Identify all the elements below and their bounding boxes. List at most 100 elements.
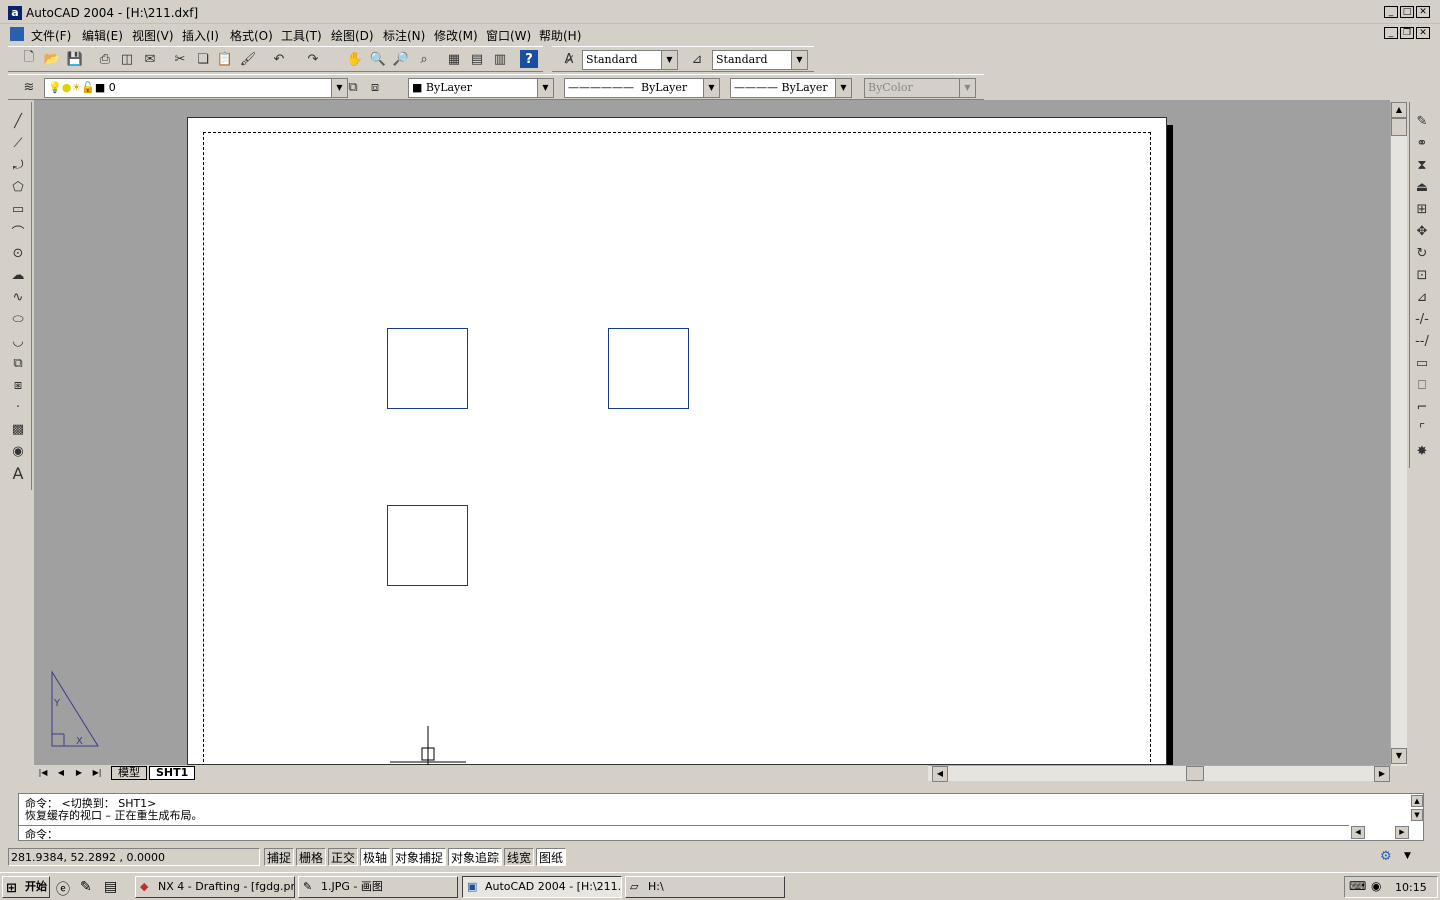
stretch-icon[interactable]: ⊿: [1413, 288, 1431, 306]
save-icon[interactable]: 💾: [66, 50, 84, 68]
taskbar-item-paint[interactable]: ✎ 1.JPG - 画图: [298, 876, 458, 898]
copy-icon[interactable]: ❏: [194, 50, 212, 68]
tab-model[interactable]: 模型: [111, 766, 147, 780]
properties-icon[interactable]: ▦: [445, 50, 463, 68]
rotate-icon[interactable]: ↻: [1413, 244, 1431, 262]
menu-tools[interactable]: 工具(T): [281, 27, 322, 44]
menu-draw[interactable]: 绘图(D): [331, 27, 374, 44]
prev-tab-button[interactable]: ◀: [54, 766, 68, 779]
offset-icon[interactable]: ⏏: [1413, 178, 1431, 196]
clock[interactable]: 10:15: [1395, 881, 1427, 894]
horizontal-scrollbar[interactable]: ◀ ▶: [928, 765, 1390, 782]
hatch-icon[interactable]: ▩: [9, 420, 27, 438]
line-icon[interactable]: ╱: [9, 112, 27, 130]
scroll-right-button[interactable]: ▶: [1374, 766, 1390, 782]
layer-select[interactable]: 💡●☀🔓■ 0 ▼: [44, 78, 348, 98]
arc-icon[interactable]: ⌒: [9, 222, 27, 241]
publish-icon[interactable]: ✉: [141, 50, 159, 68]
undo-icon[interactable]: ↶: [270, 50, 288, 68]
explode-icon[interactable]: ✸: [1413, 442, 1431, 460]
scroll-up-button[interactable]: ▲: [1391, 102, 1407, 118]
drawing-square[interactable]: [387, 505, 468, 586]
copy-object-icon[interactable]: ⚭: [1413, 134, 1431, 152]
help-icon[interactable]: ?: [520, 50, 538, 68]
coordinate-display[interactable]: 281.9384, 52.2892 , 0.0000: [8, 848, 260, 866]
dim-style-icon[interactable]: ⊿: [688, 50, 706, 68]
polar-toggle[interactable]: 极轴: [360, 848, 391, 866]
linetype-select[interactable]: —————— ByLayer ▼: [564, 78, 720, 98]
tab-sht1[interactable]: SHT1: [149, 766, 196, 780]
menu-view[interactable]: 视图(V): [132, 27, 174, 44]
revision-cloud-icon[interactable]: ☁: [9, 266, 27, 284]
array-icon[interactable]: ⊞: [1413, 200, 1431, 218]
scroll-left-button[interactable]: ◀: [932, 766, 948, 782]
point-icon[interactable]: ·: [9, 398, 27, 416]
circle-icon[interactable]: ⊙: [9, 244, 27, 262]
move-icon[interactable]: ✥: [1413, 222, 1431, 240]
mirror-icon[interactable]: ⧗: [1413, 156, 1431, 174]
insert-block-icon[interactable]: ⧉: [9, 354, 27, 372]
zoom-window-icon[interactable]: 🔎: [392, 50, 410, 68]
text-style-icon[interactable]: A̷: [560, 50, 578, 68]
lineweight-toggle[interactable]: 线宽: [504, 848, 535, 866]
otrack-toggle[interactable]: 对象追踪: [448, 848, 503, 866]
menu-window[interactable]: 窗口(W): [486, 27, 531, 44]
menu-format[interactable]: 格式(O): [230, 27, 273, 44]
design-center-icon[interactable]: ▤: [468, 50, 486, 68]
dim-style-select[interactable]: Standard ▼: [712, 50, 808, 70]
vertical-scrollbar[interactable]: ▲ ▼: [1390, 102, 1407, 766]
close-button[interactable]: ✕: [1416, 6, 1430, 18]
ellipse-arc-icon[interactable]: ◡: [9, 332, 27, 350]
extend-icon[interactable]: --/: [1413, 332, 1431, 350]
zoom-previous-icon[interactable]: ⌕: [415, 50, 433, 68]
polygon-icon[interactable]: ⬠: [9, 178, 27, 196]
preview-icon[interactable]: ◫: [118, 50, 136, 68]
chamfer-icon[interactable]: ⌐: [1413, 398, 1431, 416]
taskbar-item-nx[interactable]: ◆ NX 4 - Drafting - [fgdg.prt]: [135, 876, 295, 898]
scroll-down-button[interactable]: ▼: [1391, 748, 1407, 764]
ie-quicklaunch-icon[interactable]: ⓔ: [56, 879, 70, 899]
communication-center-icon[interactable]: ⚙: [1380, 849, 1398, 865]
cmd-scroll-right-button[interactable]: ▶: [1395, 826, 1409, 839]
paint-quicklaunch-icon[interactable]: ✎: [80, 879, 92, 895]
drawing-square[interactable]: [387, 328, 468, 409]
lineweight-select[interactable]: ———— ByLayer ▼: [730, 78, 852, 98]
last-tab-button[interactable]: ▶|: [90, 766, 104, 779]
paper-model-toggle[interactable]: 图纸: [536, 848, 567, 866]
tool-palettes-icon[interactable]: ▥: [491, 50, 509, 68]
paste-icon[interactable]: 📋: [216, 50, 234, 68]
construction-line-icon[interactable]: ⟋: [9, 134, 27, 152]
break-icon[interactable]: ⎕: [1413, 376, 1431, 394]
open-icon[interactable]: 📂: [43, 50, 61, 68]
polyline-icon[interactable]: ⤾: [9, 156, 27, 174]
break-at-point-icon[interactable]: ▭: [1413, 354, 1431, 372]
maximize-button[interactable]: □: [1400, 6, 1414, 18]
cmd-scroll-left-button[interactable]: ◀: [1351, 826, 1365, 839]
spline-icon[interactable]: ∿: [9, 288, 27, 306]
start-button[interactable]: ⊞ 开始: [2, 876, 50, 898]
snap-toggle[interactable]: 捕捉: [264, 848, 295, 866]
keyboard-icon[interactable]: ⌨: [1349, 879, 1366, 893]
next-tab-button[interactable]: ▶: [72, 766, 86, 779]
doc-close-button[interactable]: ✕: [1416, 27, 1430, 39]
horizontal-scroll-thumb[interactable]: [1186, 766, 1204, 781]
print-icon[interactable]: ⎙: [96, 50, 114, 68]
make-layer-current-icon[interactable]: ⧉: [344, 78, 362, 96]
doc-minimize-button[interactable]: _: [1384, 27, 1398, 39]
cut-icon[interactable]: ✂: [171, 50, 189, 68]
rectangle-icon[interactable]: ▭: [9, 200, 27, 218]
ellipse-icon[interactable]: ⬭: [9, 310, 27, 328]
layer-previous-icon[interactable]: ⧈: [366, 78, 384, 96]
menu-insert[interactable]: 插入(I): [182, 27, 219, 44]
taskbar-item-autocad[interactable]: ▣ AutoCAD 2004 - [H:\211...: [462, 876, 622, 898]
cmd-scroll-down-button[interactable]: ▼: [1411, 809, 1423, 821]
status-menu-icon[interactable]: ▼: [1404, 851, 1416, 863]
menu-file[interactable]: 文件(F): [31, 27, 71, 44]
new-icon[interactable]: 🗋: [20, 50, 38, 68]
menu-modify[interactable]: 修改(M): [434, 27, 478, 44]
autocad-app-icon[interactable]: a: [8, 6, 22, 20]
tray-app-icon[interactable]: ◉: [1371, 879, 1381, 893]
drawing-square[interactable]: [608, 328, 689, 409]
pan-icon[interactable]: ✋: [346, 50, 364, 68]
make-block-icon[interactable]: ⧆: [9, 376, 27, 394]
